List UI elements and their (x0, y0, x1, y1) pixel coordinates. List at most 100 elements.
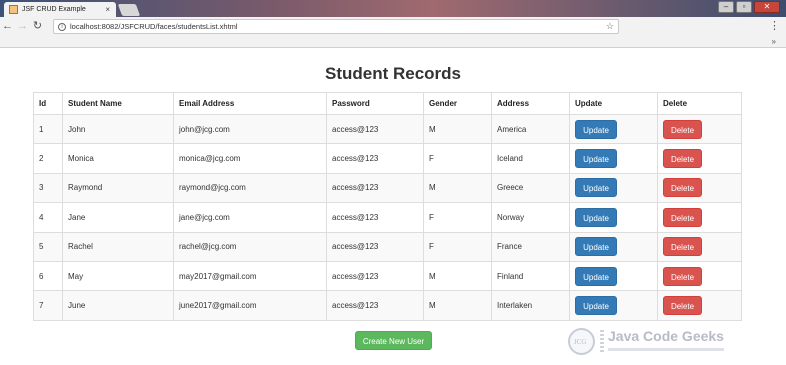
delete-button[interactable]: Delete (663, 149, 702, 169)
favicon-icon (9, 5, 18, 14)
cell-address: Interlaken (491, 290, 570, 321)
update-button[interactable]: Update (575, 207, 617, 227)
cell-name: May (62, 260, 174, 292)
window-controls: – ▫ ✕ (718, 1, 780, 13)
cell-password: access@123 (326, 231, 424, 262)
cell-delete: Delete (657, 143, 742, 174)
cell-update: Update (569, 143, 658, 174)
cell-gender: M (423, 113, 492, 145)
cell-gender: M (423, 260, 492, 292)
cell-id: 6 (33, 260, 63, 292)
cell-gender: M (423, 172, 492, 204)
header-gender: Gender (423, 92, 492, 115)
browser-menu-icon[interactable]: ⋮ (769, 17, 780, 36)
cell-id: 4 (33, 202, 63, 233)
header-address: Address (491, 92, 570, 115)
header-student-name: Student Name (62, 92, 174, 115)
cell-name: Jane (62, 202, 174, 233)
cell-email: john@jcg.com (173, 113, 327, 145)
logo-dots-decoration (600, 330, 604, 352)
cell-update: Update (569, 172, 658, 204)
window-close-button[interactable]: ✕ (754, 1, 780, 13)
cell-update: Update (569, 260, 658, 292)
cell-id: 2 (33, 143, 63, 174)
cell-address: Greece (491, 172, 570, 204)
cell-password: access@123 (326, 202, 424, 233)
cell-address: America (491, 113, 570, 145)
url-text: localhost:8082/JSFCRUD/faces/studentsLis… (70, 22, 238, 31)
create-new-user-button[interactable]: Create New User (355, 331, 432, 350)
cell-delete: Delete (657, 290, 742, 321)
update-button[interactable]: Update (575, 178, 617, 198)
update-button[interactable]: Update (575, 149, 617, 169)
delete-button[interactable]: Delete (663, 119, 702, 139)
cell-address: Norway (491, 202, 570, 233)
cell-name: Rachel (62, 231, 174, 262)
update-button[interactable]: Update (575, 237, 617, 257)
cell-name: John (62, 113, 174, 145)
page-title: Student Records (324, 64, 462, 83)
tab-close-icon[interactable]: × (105, 5, 110, 14)
cell-name: June (62, 290, 174, 321)
cell-email: raymond@jcg.com (173, 172, 327, 204)
browser-tab[interactable]: JSF CRUD Example × (4, 2, 116, 17)
cell-id: 7 (33, 290, 63, 321)
cell-delete: Delete (657, 260, 742, 292)
cell-gender: F (423, 202, 492, 233)
header-password: Password (326, 92, 424, 115)
delete-button[interactable]: Delete (663, 207, 702, 227)
forward-arrow-icon[interactable]: → (15, 17, 30, 36)
maximize-button[interactable]: ▫ (736, 1, 752, 13)
cell-update: Update (569, 231, 658, 262)
header-delete: Delete (657, 92, 742, 115)
new-tab-button[interactable] (117, 4, 141, 16)
delete-button[interactable]: Delete (663, 178, 702, 198)
table-row: 4 Jane jane@jcg.com access@123 F Norway … (33, 202, 742, 233)
cell-update: Update (569, 113, 658, 145)
browser-toolbar: ← → ↻ i localhost:8082/JSFCRUD/faces/stu… (0, 17, 786, 36)
cell-delete: Delete (657, 231, 742, 262)
browser-titlebar: JSF CRUD Example × – ▫ ✕ (0, 0, 786, 17)
delete-button[interactable]: Delete (663, 296, 702, 316)
logo-tagline-bar (608, 348, 724, 351)
back-arrow-icon[interactable]: ← (0, 17, 15, 36)
cell-password: access@123 (326, 172, 424, 204)
cell-id: 5 (33, 231, 63, 262)
cell-update: Update (569, 290, 658, 321)
java-code-geeks-logo: JCG Java Code Geeks (566, 324, 726, 358)
cell-delete: Delete (657, 172, 742, 204)
student-records-table: Id Student Name Email Address Password G… (33, 92, 742, 321)
cell-id: 3 (33, 172, 63, 204)
cell-email: jane@jcg.com (173, 202, 327, 233)
cell-password: access@123 (326, 290, 424, 321)
cell-gender: F (423, 231, 492, 262)
update-button[interactable]: Update (575, 266, 617, 286)
table-row: 1 John john@jcg.com access@123 M America… (33, 113, 742, 145)
table-row: 7 June june2017@gmail.com access@123 M I… (33, 290, 742, 321)
delete-button[interactable]: Delete (663, 266, 702, 286)
bookmarks-overflow-icon[interactable]: » (772, 36, 776, 47)
header-id: Id (33, 92, 63, 115)
minimize-button[interactable]: – (718, 1, 734, 13)
cell-address: Iceland (491, 143, 570, 174)
cell-password: access@123 (326, 260, 424, 292)
address-bar[interactable]: i localhost:8082/JSFCRUD/faces/studentsL… (53, 19, 619, 34)
cell-name: Monica (62, 143, 174, 174)
header-email: Email Address (173, 92, 327, 115)
table-row: 3 Raymond raymond@jcg.com access@123 M G… (33, 172, 742, 204)
delete-button[interactable]: Delete (663, 237, 702, 257)
cell-address: Finland (491, 260, 570, 292)
cell-email: may2017@gmail.com (173, 260, 327, 292)
cell-address: France (491, 231, 570, 262)
cell-gender: F (423, 143, 492, 174)
info-icon[interactable]: i (58, 22, 66, 31)
update-button[interactable]: Update (575, 296, 617, 316)
update-button[interactable]: Update (575, 119, 617, 139)
bookmark-star-icon[interactable]: ☆ (606, 21, 614, 32)
bookmarks-bar: » (0, 36, 786, 48)
reload-icon[interactable]: ↻ (30, 17, 45, 36)
cell-delete: Delete (657, 113, 742, 145)
jcg-badge-icon: JCG (568, 328, 595, 355)
cell-password: access@123 (326, 143, 424, 174)
logo-text: Java Code Geeks (608, 328, 724, 344)
